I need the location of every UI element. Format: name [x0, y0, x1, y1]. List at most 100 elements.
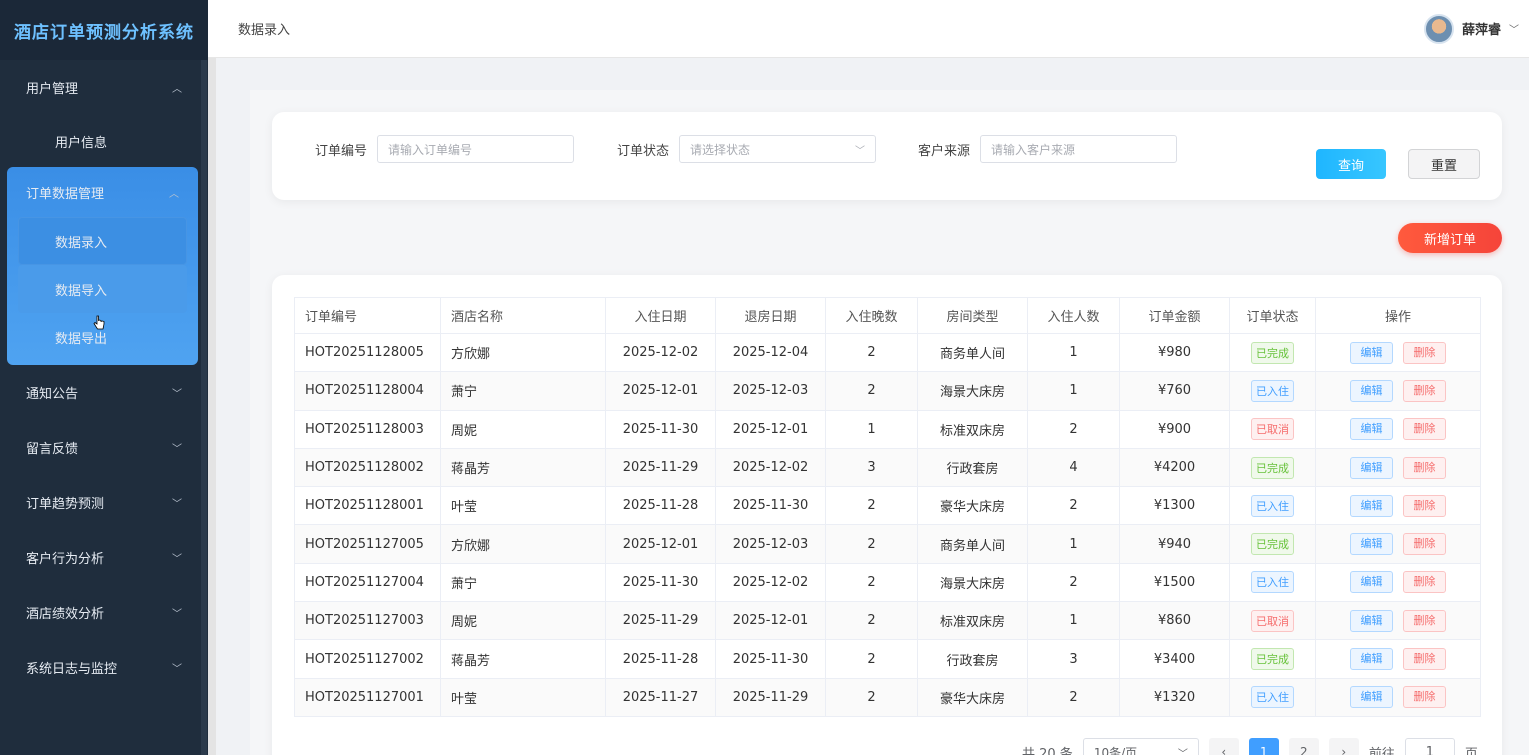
hotel-name-cell: 周妮 — [440, 410, 606, 449]
sidebar-item-logs[interactable]: 系统日志与监控 ﹀ — [0, 640, 208, 695]
source-input[interactable]: 请输入客户来源 — [980, 135, 1178, 163]
sidebar-item-data-import[interactable]: 数据导入 — [18, 265, 187, 313]
amount-cell: ¥940 — [1119, 524, 1230, 564]
room-type-cell: 标准双床房 — [917, 410, 1028, 449]
checkout-date-cell: 2025-12-01 — [715, 601, 826, 641]
nights-cell: 2 — [825, 333, 918, 373]
delete-button[interactable]: 删除 — [1403, 379, 1446, 402]
delete-button[interactable]: 删除 — [1403, 571, 1446, 594]
actions-cell: 编辑 删除 — [1315, 563, 1481, 603]
page-1-button[interactable]: 1 — [1248, 738, 1279, 755]
sidebar-item-performance[interactable]: 酒店绩效分析 ﹀ — [0, 585, 208, 640]
delete-button[interactable]: 删除 — [1403, 686, 1446, 709]
chevron-down-icon: ﹀ — [1177, 748, 1188, 755]
sidebar-item-feedback[interactable]: 留言反馈 ﹀ — [0, 420, 208, 475]
reset-button[interactable]: 重置 — [1408, 149, 1480, 179]
delete-button[interactable]: 删除 — [1403, 456, 1446, 479]
page-size-select[interactable]: 10条/页 ﹀ — [1082, 738, 1199, 755]
amount-cell: ¥860 — [1119, 601, 1230, 641]
room-type-cell: 商务单人间 — [917, 333, 1028, 373]
actions-cell: 编辑 删除 — [1315, 410, 1481, 449]
delete-button[interactable]: 删除 — [1403, 418, 1446, 441]
query-button[interactable]: 查询 — [1316, 149, 1386, 179]
status-cell: 已入住 — [1229, 678, 1316, 717]
edit-button[interactable]: 编辑 — [1350, 648, 1393, 671]
sidebar-item-trend[interactable]: 订单趋势预测 ﹀ — [0, 475, 208, 530]
guests-cell: 1 — [1027, 524, 1120, 564]
actions-cell: 编辑 删除 — [1315, 448, 1481, 488]
status-cell: 已取消 — [1229, 601, 1316, 641]
status-label: 订单状态 — [617, 143, 670, 159]
hotel-name-cell: 蒋晶芳 — [440, 448, 606, 488]
sidebar-item-label: 客户行为分析 — [26, 552, 105, 567]
goto-page-input[interactable]: 1 — [1404, 738, 1455, 755]
status-cell: 已完成 — [1229, 333, 1316, 373]
nights-cell: 1 — [825, 410, 918, 449]
checkout-date-cell: 2025-11-30 — [715, 639, 826, 679]
delete-button[interactable]: 删除 — [1403, 341, 1446, 364]
status-cell: 已入住 — [1229, 563, 1316, 603]
delete-button[interactable]: 删除 — [1403, 494, 1446, 517]
edit-button[interactable]: 编辑 — [1350, 494, 1393, 517]
edit-button[interactable]: 编辑 — [1350, 571, 1393, 594]
checkout-date-cell: 2025-12-02 — [715, 563, 826, 603]
page-2-button[interactable]: 2 — [1288, 738, 1319, 755]
status-cell: 已完成 — [1229, 524, 1316, 564]
sidebar-item-behavior[interactable]: 客户行为分析 ﹀ — [0, 530, 208, 585]
edit-button[interactable]: 编辑 — [1350, 533, 1393, 556]
amount-cell: ¥1320 — [1119, 678, 1230, 717]
actions-cell: 编辑 删除 — [1315, 639, 1481, 679]
status-cell: 已完成 — [1229, 639, 1316, 679]
user-menu[interactable]: 薛萍睿 ﹀ — [1423, 13, 1519, 44]
edit-button[interactable]: 编辑 — [1350, 379, 1393, 402]
sidebar-item-order-mgmt[interactable]: 订单数据管理 ︿ — [7, 167, 198, 217]
checkout-date-cell: 2025-12-03 — [715, 371, 826, 411]
column-header: 退房日期 — [715, 297, 826, 334]
content-scrollbar[interactable] — [208, 58, 216, 755]
hotel-name-cell: 周妮 — [440, 601, 606, 641]
status-cell: 已入住 — [1229, 486, 1316, 526]
avatar[interactable] — [1423, 13, 1454, 44]
hotel-name-cell: 方欣娜 — [440, 524, 606, 564]
table-row: HOT20251127003 周妮 2025-11-29 2025-12-01 2 标准双… — [294, 601, 1481, 641]
order-no-input[interactable]: 请输入订单编号 — [377, 135, 575, 163]
edit-button[interactable]: 编辑 — [1350, 609, 1393, 632]
column-header: 操作 — [1315, 297, 1481, 334]
delete-button[interactable]: 删除 — [1403, 533, 1446, 556]
prev-page-button[interactable]: ‹ — [1208, 738, 1239, 755]
table-body: HOT20251128005 方欣娜 2025-12-02 2025-12-04 2 商务… — [294, 333, 1481, 717]
amount-cell: ¥4200 — [1119, 448, 1230, 488]
status-select[interactable]: 请选择状态 ﹀ — [679, 135, 877, 163]
edit-button[interactable]: 编辑 — [1350, 686, 1393, 709]
actions-cell: 编辑 删除 — [1315, 678, 1481, 717]
chevron-down-icon: ﹀ — [172, 444, 182, 455]
status-badge: 已入住 — [1251, 494, 1294, 517]
add-order-button[interactable]: 新增订单 — [1398, 223, 1502, 253]
room-type-cell: 海景大床房 — [917, 563, 1028, 603]
delete-button[interactable]: 删除 — [1403, 609, 1446, 632]
edit-button[interactable]: 编辑 — [1350, 418, 1393, 441]
checkout-date-cell: 2025-12-03 — [715, 524, 826, 564]
search-form: 订单编号 请输入订单编号 订单状态 请选择状态 ﹀ 客户来源 请输入客户来源 查… — [272, 112, 1502, 200]
room-type-cell: 标准双床房 — [917, 601, 1028, 641]
sidebar-item-notice[interactable]: 通知公告 ﹀ — [0, 365, 208, 420]
sidebar-item-user-mgmt[interactable]: 用户管理 ︿ — [0, 60, 208, 115]
order-no-cell: HOT20251127003 — [294, 601, 441, 641]
order-no-cell: HOT20251127004 — [294, 563, 441, 603]
sidebar-item-user-info[interactable]: 用户信息 — [0, 115, 208, 167]
sidebar-scrollbar[interactable] — [201, 60, 207, 755]
table-row: HOT20251127001 叶莹 2025-11-27 2025-11-29 2 豪华大… — [294, 678, 1481, 717]
delete-button[interactable]: 删除 — [1403, 648, 1446, 671]
room-type-cell: 豪华大床房 — [917, 486, 1028, 526]
order-no-cell: HOT20251127001 — [294, 678, 441, 717]
status-badge: 已完成 — [1251, 341, 1294, 364]
nights-cell: 2 — [825, 678, 918, 717]
edit-button[interactable]: 编辑 — [1350, 341, 1393, 364]
nights-cell: 2 — [825, 563, 918, 603]
room-type-cell: 豪华大床房 — [917, 678, 1028, 717]
edit-button[interactable]: 编辑 — [1350, 456, 1393, 479]
next-page-button[interactable]: › — [1328, 738, 1359, 755]
actions-cell: 编辑 删除 — [1315, 601, 1481, 641]
sidebar-item-data-entry[interactable]: 数据录入 — [18, 217, 187, 265]
checkin-date-cell: 2025-11-30 — [605, 410, 716, 449]
